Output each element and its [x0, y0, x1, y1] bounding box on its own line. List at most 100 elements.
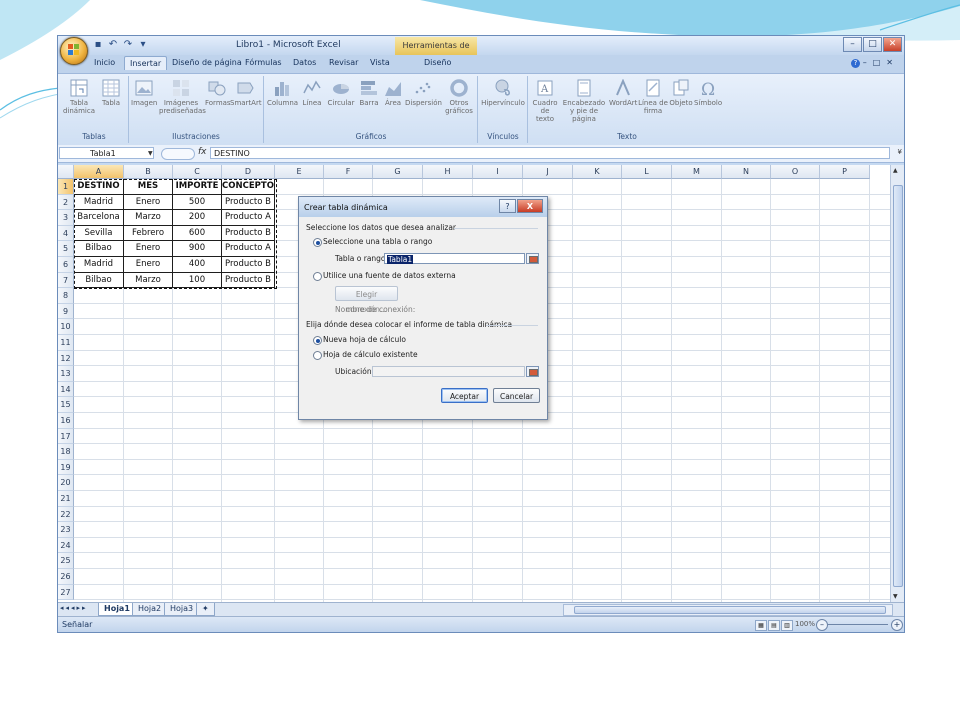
row-header[interactable]: 8 — [58, 288, 74, 304]
table-cell[interactable]: 400 — [173, 257, 222, 273]
table-button[interactable]: Tabla — [98, 79, 124, 107]
close-icon[interactable]: ✕ — [883, 37, 902, 52]
table-cell[interactable]: 500 — [173, 194, 222, 211]
location-input[interactable] — [372, 366, 525, 377]
horizontal-scroll-thumb[interactable] — [574, 606, 886, 614]
table-cell[interactable]: Enero — [124, 194, 173, 211]
row-header[interactable]: 15 — [58, 397, 74, 413]
table-cell[interactable]: 900 — [173, 241, 222, 257]
formula-input[interactable]: DESTINO — [210, 147, 890, 159]
table-cell[interactable]: Producto A — [222, 210, 275, 226]
table-header-cell[interactable]: MES — [124, 179, 173, 195]
table-range-input[interactable]: Tabla1 — [384, 253, 525, 264]
image-button[interactable]: Imagen — [131, 79, 157, 107]
text-box-button[interactable]: A Cuadro de texto — [531, 79, 559, 123]
horizontal-scrollbar[interactable] — [563, 604, 893, 616]
row-header[interactable]: 9 — [58, 303, 74, 320]
row-header[interactable]: 26 — [58, 569, 74, 585]
column-header-n[interactable]: N — [722, 165, 771, 179]
row-header[interactable]: 14 — [58, 381, 74, 398]
scatter-chart-button[interactable]: Dispersión — [405, 79, 442, 107]
table-cell[interactable]: 600 — [173, 225, 222, 242]
fx-icon[interactable]: fx — [198, 147, 207, 157]
object-button[interactable]: Objeto — [669, 79, 693, 107]
table-cell[interactable]: Producto B — [222, 257, 275, 273]
radio-new-worksheet[interactable] — [313, 336, 322, 345]
row-header[interactable]: 4 — [58, 225, 74, 242]
column-header-c[interactable]: C — [173, 165, 222, 179]
shapes-button[interactable]: Formas — [205, 79, 231, 107]
table-cell[interactable]: Producto B — [222, 225, 275, 242]
column-header-i[interactable]: I — [473, 165, 523, 179]
table-cell[interactable]: Bilbao — [74, 241, 124, 257]
vertical-scrollbar[interactable]: ▲ ▼ — [890, 165, 904, 602]
row-header[interactable]: 12 — [58, 350, 74, 367]
table-header-cell[interactable]: IMPORTE — [173, 179, 222, 195]
name-box[interactable]: Tabla1 — [59, 147, 154, 159]
page-break-view-icon[interactable]: ▥ — [781, 620, 793, 631]
collapse-dialog-range-button[interactable] — [526, 253, 539, 264]
table-cell[interactable]: Marzo — [124, 210, 173, 226]
tab-revisar[interactable]: Revisar — [329, 58, 358, 67]
table-cell[interactable]: Febrero — [124, 225, 173, 242]
bar-chart-button[interactable]: Barra — [357, 79, 381, 107]
row-header[interactable]: 17 — [58, 428, 74, 445]
scroll-down-icon[interactable]: ▼ — [893, 593, 898, 600]
column-header-h[interactable]: H — [423, 165, 473, 179]
collapse-dialog-location-button[interactable] — [526, 366, 539, 377]
table-cell[interactable]: 100 — [173, 272, 222, 289]
table-cell[interactable]: Sevilla — [74, 225, 124, 242]
office-button[interactable] — [60, 37, 88, 65]
table-cell[interactable]: Producto A — [222, 241, 275, 257]
redo-icon[interactable]: ↷ — [122, 39, 134, 51]
save-icon[interactable]: ▪ — [92, 39, 104, 51]
maximize-icon[interactable]: □ — [863, 37, 882, 52]
select-all-corner[interactable] — [58, 165, 74, 179]
vertical-scroll-thumb[interactable] — [893, 185, 903, 587]
minimize-icon[interactable]: – — [843, 37, 862, 52]
smartart-button[interactable]: SmartArt — [230, 79, 262, 107]
row-header[interactable]: 3 — [58, 210, 74, 226]
name-box-dropdown-icon[interactable]: ▼ — [148, 150, 153, 157]
column-header-a[interactable]: A — [74, 165, 124, 179]
pie-chart-button[interactable]: Circular — [327, 79, 355, 107]
sheet-tab-hoja2[interactable]: Hoja2 — [132, 603, 168, 616]
dialog-help-icon[interactable]: ? — [499, 199, 516, 213]
table-header-cell[interactable]: CONCEPTO — [222, 179, 275, 195]
tab-vista[interactable]: Vista — [370, 58, 390, 67]
undo-icon[interactable]: ↶ — [107, 39, 119, 51]
area-chart-button[interactable]: Área — [382, 79, 404, 107]
table-cell[interactable]: Enero — [124, 241, 173, 257]
tab-diseno-pagina[interactable]: Diseño de página — [172, 58, 242, 67]
symbol-button[interactable]: Ω Símbolo — [694, 79, 722, 107]
row-header[interactable]: 24 — [58, 537, 74, 554]
row-header[interactable]: 7 — [58, 272, 74, 289]
table-cell[interactable]: Marzo — [124, 272, 173, 289]
qat-customize-icon[interactable]: ▾ — [137, 39, 149, 51]
sheet-tab-hoja3[interactable]: Hoja3 — [164, 603, 200, 616]
pivot-table-button[interactable]: Tabla dinámica — [62, 79, 96, 115]
row-header[interactable]: 21 — [58, 491, 74, 507]
column-header-o[interactable]: O — [771, 165, 820, 179]
row-header[interactable]: 5 — [58, 241, 74, 257]
tab-diseno[interactable]: Diseño — [424, 58, 451, 67]
row-header[interactable]: 18 — [58, 444, 74, 460]
row-header[interactable]: 13 — [58, 366, 74, 382]
document-window-controls[interactable]: –□✕ — [863, 58, 899, 67]
table-cell[interactable]: Producto B — [222, 194, 275, 211]
help-icon[interactable]: ? — [851, 59, 860, 68]
column-header-k[interactable]: K — [573, 165, 622, 179]
column-header-b[interactable]: B — [124, 165, 173, 179]
sheet-tab-hoja1[interactable]: Hoja1 — [98, 603, 136, 616]
column-chart-button[interactable]: Columna — [267, 79, 298, 107]
dialog-close-icon[interactable]: X — [517, 199, 543, 213]
zoom-out-icon[interactable]: – — [816, 619, 828, 631]
table-cell[interactable]: Barcelona — [74, 210, 124, 226]
tab-insertar[interactable]: Insertar — [124, 56, 168, 70]
sheet-navigation-icons[interactable]: ◂◂◂▸▸ — [60, 604, 88, 612]
row-header[interactable]: 16 — [58, 413, 74, 429]
table-cell[interactable]: Bilbao — [74, 272, 124, 289]
tab-formulas[interactable]: Fórmulas — [245, 58, 282, 67]
row-header[interactable]: 25 — [58, 553, 74, 569]
column-header-e[interactable]: E — [275, 165, 324, 179]
